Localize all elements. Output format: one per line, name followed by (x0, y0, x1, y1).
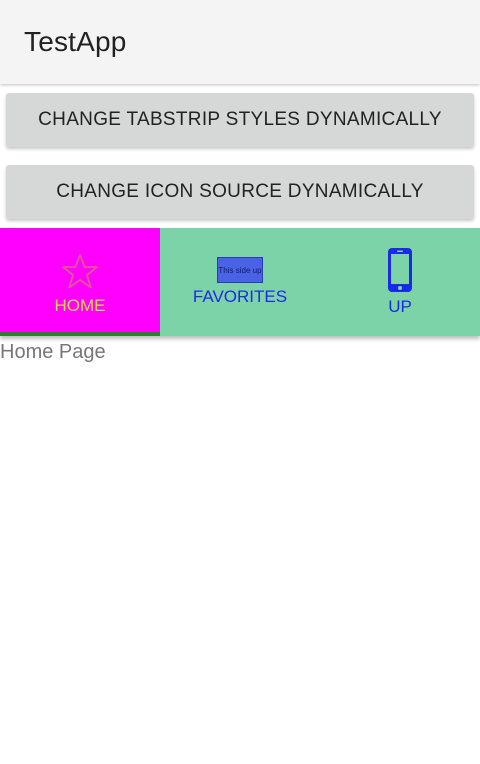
phone-icon (388, 248, 412, 292)
tab-favorites[interactable]: This side up FAVORITES (160, 228, 320, 336)
star-icon (62, 254, 98, 289)
selected-tab-indicator (0, 332, 160, 336)
tab-home[interactable]: HOME (0, 228, 160, 336)
app-bar: TestApp (0, 0, 480, 84)
tab-up[interactable]: UP (320, 228, 480, 336)
tab-label-up: UP (388, 297, 412, 316)
page-content-text: Home Page (0, 341, 106, 363)
tab-label-home: HOME (54, 296, 106, 315)
this-side-up-icon: This side up (217, 257, 263, 283)
tab-label-favorites: FAVORITES (192, 287, 288, 306)
change-tabstrip-styles-button[interactable]: CHANGE TABSTRIP STYLES DYNAMICALLY (6, 93, 474, 147)
app-title: TestApp (24, 26, 127, 57)
tabstrip: HOME This side up FAVORITES UP (0, 228, 480, 336)
change-icon-source-button[interactable]: CHANGE ICON SOURCE DYNAMICALLY (6, 165, 474, 219)
